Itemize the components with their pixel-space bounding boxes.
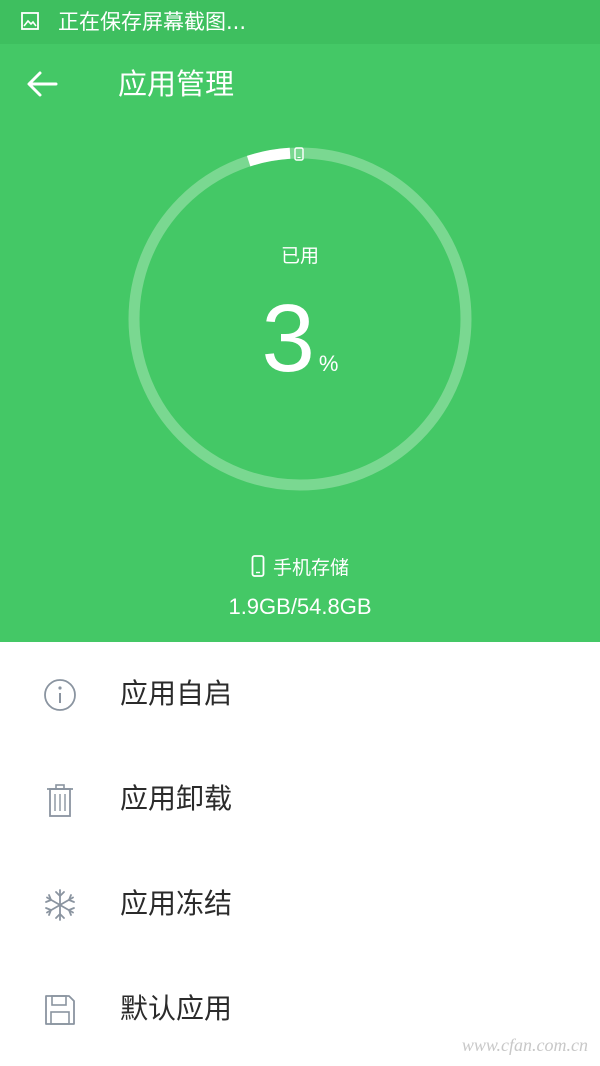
menu-item-label: 应用卸载 — [120, 782, 233, 815]
menu-item-app-freeze[interactable]: 应用冻结 — [0, 852, 600, 957]
header: 应用管理 已用 3% 手机存储 1.9GB/54.8GB — [0, 44, 600, 642]
storage-label-row: 手机存储 — [0, 554, 600, 582]
menu-item-app-autostart[interactable]: 应用自启 — [0, 642, 600, 747]
used-label: 已用 — [280, 245, 319, 267]
status-bar: 正在保存屏幕截图... — [0, 0, 600, 44]
menu-item-app-uninstall[interactable]: 应用卸载 — [0, 747, 600, 852]
usage-percent: 3% — [0, 284, 600, 394]
phone-icon — [251, 555, 265, 577]
page-title: 应用管理 — [118, 67, 235, 101]
storage-label: 手机存储 — [272, 557, 349, 579]
app-management-screen: 正在保存屏幕截图... 应用管理 已用 3% 手机存储 1.9GB/54.8GB… — [0, 0, 600, 1066]
trash-icon — [47, 784, 73, 817]
watermark: www.cfan.com.cn — [461, 1035, 588, 1055]
usage-percent-value: 3 — [261, 285, 315, 392]
snowflake-icon — [45, 889, 75, 921]
usage-percent-unit: % — [318, 351, 339, 376]
gauge-fill — [246, 147, 291, 167]
menu-item-label: 默认应用 — [120, 992, 233, 1025]
status-text: 正在保存屏幕截图... — [58, 10, 247, 34]
arrow-left-icon — [27, 71, 58, 97]
back-button[interactable] — [22, 62, 66, 106]
save-icon — [45, 995, 75, 1025]
menu-list: 应用自启 应用卸载 应用冻结 默认应用 — [0, 642, 600, 1062]
menu-item-label: 应用冻结 — [120, 887, 233, 920]
storage-amount: 1.9GB/54.8GB — [228, 594, 372, 619]
info-icon — [44, 679, 76, 711]
image-icon — [21, 12, 39, 30]
menu-item-label: 应用自启 — [120, 677, 233, 710]
